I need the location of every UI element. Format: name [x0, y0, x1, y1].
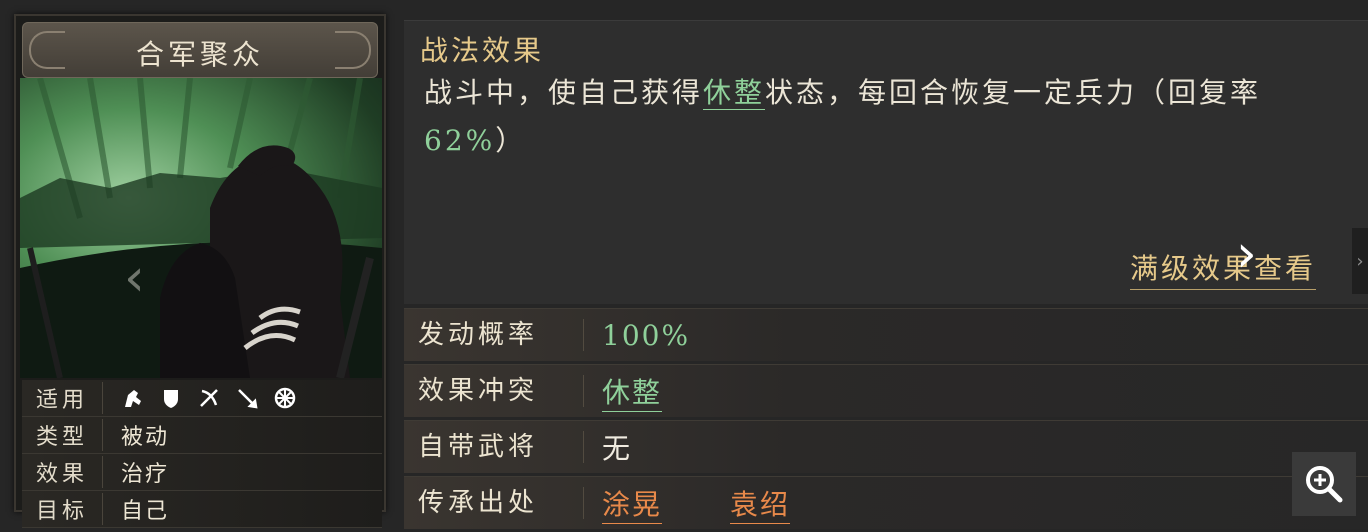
- max-level-effect-link[interactable]: 满级效果查看: [1129, 247, 1316, 290]
- attr-row-target: 目标 自己: [22, 491, 382, 528]
- row-label: 传承出处: [404, 487, 584, 519]
- inherit-general-link[interactable]: 袁绍: [730, 483, 791, 524]
- attr-value: 被动: [121, 425, 170, 450]
- attr-row-effect: 效果 治疗: [22, 454, 382, 491]
- skill-card: 合军聚众 ‹ 适用 类型 被动 效果 治疗 目标 自己: [14, 14, 386, 528]
- siege-icon: [273, 386, 297, 410]
- attr-value: 治疗: [121, 462, 170, 487]
- skill-stats: 发动概率 100% 效果冲突 休整 自带武将 无 传承出处 涂晃 袁绍: [404, 308, 1368, 532]
- attr-label: 效果: [22, 456, 103, 488]
- own-general-value: 无: [602, 432, 633, 465]
- next-skill-chevron-icon[interactable]: ›: [1236, 228, 1257, 280]
- card-title-bar: 合军聚众: [22, 22, 378, 78]
- skill-name: 合军聚众: [135, 38, 264, 71]
- zoom-in-button[interactable]: [1292, 452, 1356, 516]
- attr-row-type: 类型 被动: [22, 417, 382, 454]
- row-label: 效果冲突: [404, 375, 584, 407]
- status-keyword-link[interactable]: 休整: [703, 76, 766, 110]
- attr-value: 自己: [121, 499, 170, 524]
- row-value-wrap: 无: [584, 427, 632, 467]
- row-inherit-source: 传承出处 涂晃 袁绍: [404, 476, 1368, 529]
- cavalry-icon: [121, 386, 145, 410]
- row-label: 发动概率: [404, 319, 584, 351]
- bow-icon: [197, 386, 221, 410]
- effect-description: 战斗中，使自己获得休整状态，每回合恢复一定兵力（回复率 62%）: [424, 69, 1344, 165]
- spear-icon: [235, 386, 259, 410]
- probability-value: 100%: [602, 318, 691, 352]
- row-label: 自带武将: [404, 431, 584, 463]
- row-value-wrap: 休整: [584, 371, 663, 412]
- effect-text: ）: [495, 124, 527, 157]
- recovery-rate: 62%: [424, 124, 496, 157]
- effect-panel: 战法效果 战斗中，使自己获得休整状态，每回合恢复一定兵力（回复率 62%） 满级效…: [404, 20, 1368, 304]
- row-own-general: 自带武将 无: [404, 420, 1368, 473]
- attr-label: 适用: [22, 382, 103, 414]
- attr-label: 目标: [22, 493, 103, 525]
- magnifier-plus-icon: [1306, 466, 1343, 503]
- row-value-wrap: 100%: [584, 319, 690, 352]
- row-value-wrap: 涂晃 袁绍: [584, 483, 791, 524]
- skill-attributes: 适用 类型 被动 效果 治疗 目标 自己: [22, 380, 382, 528]
- effect-title: 战法效果: [420, 34, 545, 67]
- inherit-general-link[interactable]: 涂晃: [602, 483, 663, 524]
- skill-artwork: [20, 78, 382, 378]
- row-effect-conflict: 效果冲突 休整: [404, 364, 1368, 417]
- artwork-illustration: [20, 78, 382, 378]
- conflict-status-link[interactable]: 休整: [602, 371, 663, 412]
- side-expand-arrow-icon[interactable]: ›: [1352, 228, 1368, 294]
- effect-text: 状态，每回合恢复一定兵力（回复率: [765, 76, 1262, 109]
- effect-text: 战斗中，使自己获得: [424, 76, 704, 109]
- shield-icon: [159, 386, 183, 410]
- row-trigger-probability: 发动概率 100%: [404, 308, 1368, 361]
- attr-label: 类型: [22, 419, 103, 451]
- attr-row-applicable: 适用: [22, 380, 382, 417]
- prev-skill-chevron-icon[interactable]: ‹: [124, 252, 145, 304]
- troop-type-icons: [103, 386, 297, 410]
